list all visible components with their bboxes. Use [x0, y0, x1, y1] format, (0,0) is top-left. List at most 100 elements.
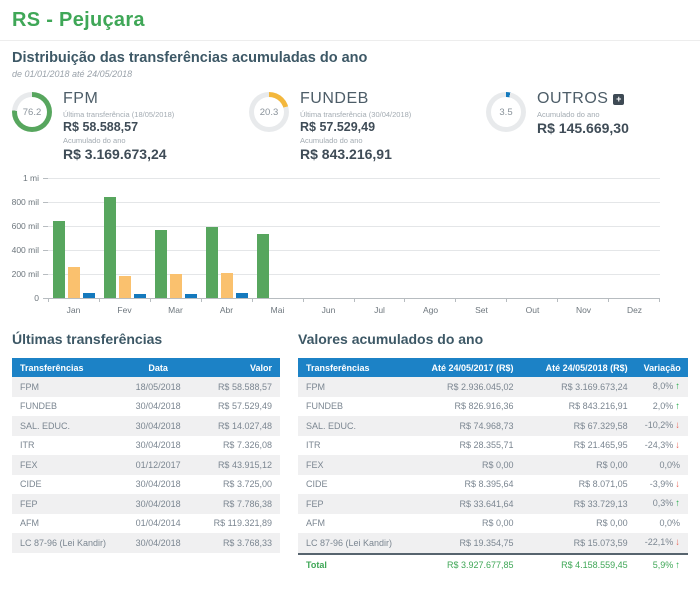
down-arrow-icon: ↓ — [675, 479, 680, 490]
date-cell: 30/04/2018 — [118, 499, 199, 509]
value-cell: R$ 58.588,57 — [199, 382, 280, 392]
transfer-name-cell: ITR — [12, 440, 118, 450]
variation-value: -3,9% — [650, 479, 674, 489]
value-2017-cell: R$ 8.395,64 — [407, 479, 521, 489]
value-cell: R$ 3.725,00 — [199, 479, 280, 489]
variation-value: -10,2% — [645, 420, 674, 430]
month-label: Out — [507, 302, 558, 315]
accumulated-values-panel: Valores acumulados do ano Transferências… — [298, 331, 688, 576]
variation-cell: 0,3%↑ — [636, 498, 688, 509]
value-cell: R$ 57.529,49 — [199, 401, 280, 411]
down-arrow-icon: ↓ — [675, 440, 680, 451]
page-title: RS - Pejuçara — [12, 9, 688, 32]
outros-expand-button[interactable]: + — [613, 94, 624, 105]
section-date-range: de 01/01/2018 até 24/05/2018 — [12, 69, 688, 79]
value-2018-cell: R$ 33.729,13 — [522, 499, 636, 509]
transfer-name-cell: CIDE — [298, 479, 407, 489]
bar-group-dez — [609, 178, 660, 298]
header-cell: Variação — [636, 363, 688, 373]
variation-value: -24,3% — [645, 440, 674, 450]
table-row: FEP30/04/2018R$ 7.786,38 — [12, 494, 280, 514]
variation-value: 8,0% — [653, 381, 674, 391]
bar-fundeb-abr — [221, 273, 233, 298]
y-axis-label: 600 mil — [12, 221, 39, 231]
transfer-name-cell: AFM — [298, 518, 407, 528]
bar-group-set — [456, 178, 507, 298]
monthly-transfers-bar-chart: 1 mi800 mil600 mil400 mil200 mil0 JanFev… — [48, 178, 660, 315]
variation-value: 2,0% — [653, 401, 674, 411]
variation-value: 5,9% — [653, 560, 674, 570]
value-2018-cell: R$ 3.169.673,24 — [522, 382, 636, 392]
value-cell: R$ 119.321,89 — [199, 518, 280, 528]
bar-fpm-mar — [155, 230, 167, 298]
chart-plot-area: 1 mi800 mil600 mil400 mil200 mil0 — [48, 178, 660, 298]
value-2018-cell: R$ 843.216,91 — [522, 401, 636, 411]
table-row: CIDE30/04/2018R$ 3.725,00 — [12, 475, 280, 495]
variation-cell: -3,9%↓ — [636, 479, 688, 490]
y-axis-tick — [43, 298, 48, 299]
bar-group-jan — [48, 178, 99, 298]
value-cell: R$ 14.027,48 — [199, 421, 280, 431]
month-label: Dez — [609, 302, 660, 315]
header-cell: Transferências — [12, 363, 118, 373]
x-axis-labels: JanFevMarAbrMaiJunJulAgoSetOutNovDez — [48, 302, 660, 315]
last-transfers-heading: Últimas transferências — [12, 331, 280, 347]
up-arrow-icon: ↑ — [675, 401, 680, 412]
last-transfers-table: TransferênciasDataValorFPM18/05/2018R$ 5… — [12, 358, 280, 553]
bars-row — [48, 178, 660, 298]
variation-cell: 8,0%↑ — [636, 381, 688, 392]
variation-cell: 2,0%↑ — [636, 401, 688, 412]
value-2017-cell: R$ 74.968,73 — [407, 421, 521, 431]
value-2017-cell: R$ 0,00 — [407, 518, 521, 528]
date-cell: 01/12/2017 — [118, 460, 199, 470]
table-row: FEX01/12/2017R$ 43.915,12 — [12, 455, 280, 475]
outros-donut-value: 3.5 — [486, 92, 526, 132]
y-axis-label: 400 mil — [12, 245, 39, 255]
card-fundeb: 20.3 FUNDEB Última transferência (30/04/… — [249, 90, 486, 162]
transfer-name-cell: FEP — [12, 499, 118, 509]
month-label: Nov — [558, 302, 609, 315]
date-cell: 30/04/2018 — [118, 479, 199, 489]
variation-value: -22,1% — [645, 537, 674, 547]
table-row: AFMR$ 0,00R$ 0,000,0% — [298, 514, 688, 534]
value-2018-cell: R$ 21.465,95 — [522, 440, 636, 450]
fpm-card-title: FPM — [63, 90, 174, 108]
value-2017-cell: R$ 19.354,75 — [407, 538, 521, 548]
y-axis-label: 800 mil — [12, 197, 39, 207]
table-row: FPMR$ 2.936.045,02R$ 3.169.673,248,0%↑ — [298, 377, 688, 397]
last-transfers-panel: Últimas transferências TransferênciasDat… — [12, 331, 280, 576]
bar-outros-abr — [236, 293, 248, 298]
bar-group-mai — [252, 178, 303, 298]
transfer-name-cell: FUNDEB — [12, 401, 118, 411]
header-cell: Data — [118, 363, 199, 373]
transfer-name-cell: FEX — [298, 460, 407, 470]
variation-cell: 5,9%↑ — [636, 560, 688, 571]
variation-value: 0,0% — [659, 460, 680, 470]
transfer-name-cell: AFM — [12, 518, 118, 528]
value-2017-cell: R$ 33.641,64 — [407, 499, 521, 509]
bar-group-out — [507, 178, 558, 298]
bar-group-fev — [99, 178, 150, 298]
bar-group-jun — [303, 178, 354, 298]
transfer-name-cell: FPM — [12, 382, 118, 392]
total-label-cell: Total — [298, 560, 407, 570]
transfer-name-cell: LC 87-96 (Lei Kandir) — [12, 538, 118, 548]
date-cell: 01/04/2014 — [118, 518, 199, 528]
fundeb-card-title: FUNDEB — [300, 90, 411, 108]
summary-cards: 76.2 FPM Última transferência (18/05/201… — [0, 79, 700, 162]
fpm-last-transfer-label: Última transferência (18/05/2018) — [63, 110, 174, 119]
page-header: RS - Pejuçara — [0, 0, 700, 41]
transfer-name-cell: ITR — [298, 440, 407, 450]
transfer-name-cell: FEX — [12, 460, 118, 470]
month-label: Jun — [303, 302, 354, 315]
value-2018-cell: R$ 67.329,58 — [522, 421, 636, 431]
month-label: Jul — [354, 302, 405, 315]
bar-fpm-mai — [257, 234, 269, 298]
date-cell: 30/04/2018 — [118, 401, 199, 411]
total-2018-cell: R$ 4.158.559,45 — [522, 560, 636, 570]
fundeb-donut-chart: 20.3 — [249, 92, 289, 132]
value-2017-cell: R$ 28.355,71 — [407, 440, 521, 450]
bar-outros-mar — [185, 294, 197, 298]
month-label: Ago — [405, 302, 456, 315]
outros-card-label: OUTROS — [537, 90, 608, 108]
